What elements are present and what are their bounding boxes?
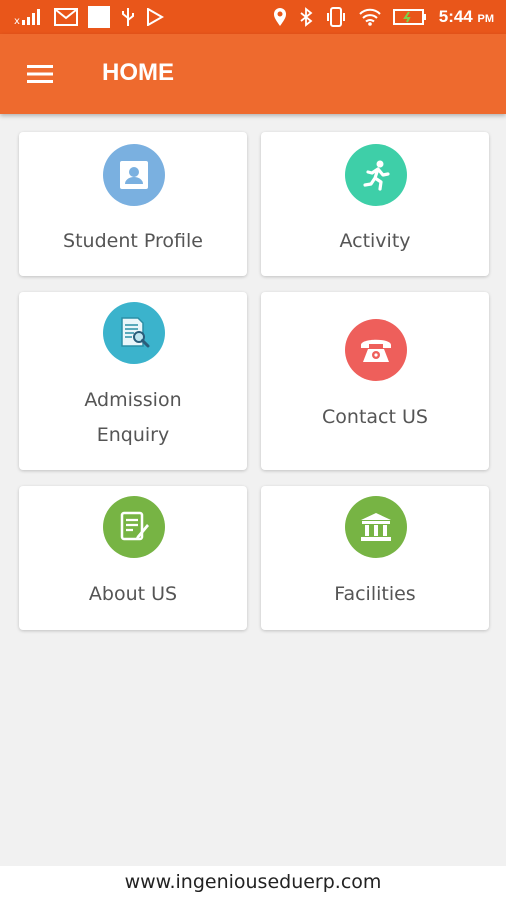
- tile-label: About US: [88, 583, 178, 605]
- contact-icon-circle: [345, 319, 407, 381]
- play-store-icon: [147, 8, 164, 26]
- hamburger-menu-icon: [27, 65, 53, 83]
- tile-activity[interactable]: Activity: [261, 132, 489, 276]
- status-time: 5:44 PM: [439, 7, 494, 27]
- document-search-icon: [121, 317, 150, 348]
- tile-contact-us[interactable]: Contact US: [261, 292, 489, 470]
- facilities-icon-circle: [345, 496, 407, 558]
- status-time-ampm: PM: [477, 13, 495, 25]
- activity-icon-circle: [345, 144, 407, 206]
- signal-icon: x: [14, 9, 40, 26]
- status-left-icons: x: [14, 6, 164, 28]
- tile-student-profile[interactable]: Student Profile: [19, 132, 247, 276]
- profile-icon: [120, 161, 148, 189]
- document-edit-icon: [120, 511, 149, 541]
- footer: www.ingeniouseduerp.com: [0, 866, 506, 900]
- telephone-icon: [361, 339, 391, 362]
- institution-icon: [361, 513, 391, 541]
- usb-icon: [122, 8, 134, 26]
- status-right-icons: 5:44 PM: [273, 6, 494, 28]
- app-bar: HOME: [0, 34, 506, 114]
- running-person-icon: [363, 160, 390, 191]
- tile-admission-enquiry[interactable]: Admission Enquiry: [19, 292, 247, 470]
- status-bar: x 5:44 PM: [0, 0, 506, 34]
- tile-label: Student Profile: [63, 230, 203, 252]
- gmail-icon: [54, 8, 78, 26]
- footer-url: www.ingeniouseduerp.com: [124, 871, 382, 893]
- student-profile-icon-circle: [103, 144, 165, 206]
- tile-label: Contact US: [322, 406, 428, 428]
- menu-button[interactable]: [24, 58, 56, 90]
- status-time-value: 5:44: [438, 7, 473, 26]
- admission-icon-circle: [103, 302, 165, 364]
- about-icon-circle: [103, 496, 165, 558]
- location-icon: [273, 8, 286, 26]
- wifi-icon: [359, 8, 381, 26]
- tile-label: Activity: [339, 230, 411, 252]
- notification-icon: [88, 6, 110, 28]
- tile-label-line-1: Admission: [84, 389, 182, 411]
- page-title: HOME: [102, 59, 174, 86]
- tile-about-us[interactable]: About US: [19, 486, 247, 630]
- tile-label: Facilities: [334, 583, 416, 605]
- tile-label-line-2: Enquiry: [96, 424, 170, 446]
- battery-icon: [392, 9, 426, 25]
- svg-text:x: x: [14, 16, 20, 26]
- tile-facilities[interactable]: Facilities: [261, 486, 489, 630]
- vibrate-icon: [326, 7, 345, 27]
- bluetooth-icon: [300, 7, 313, 27]
